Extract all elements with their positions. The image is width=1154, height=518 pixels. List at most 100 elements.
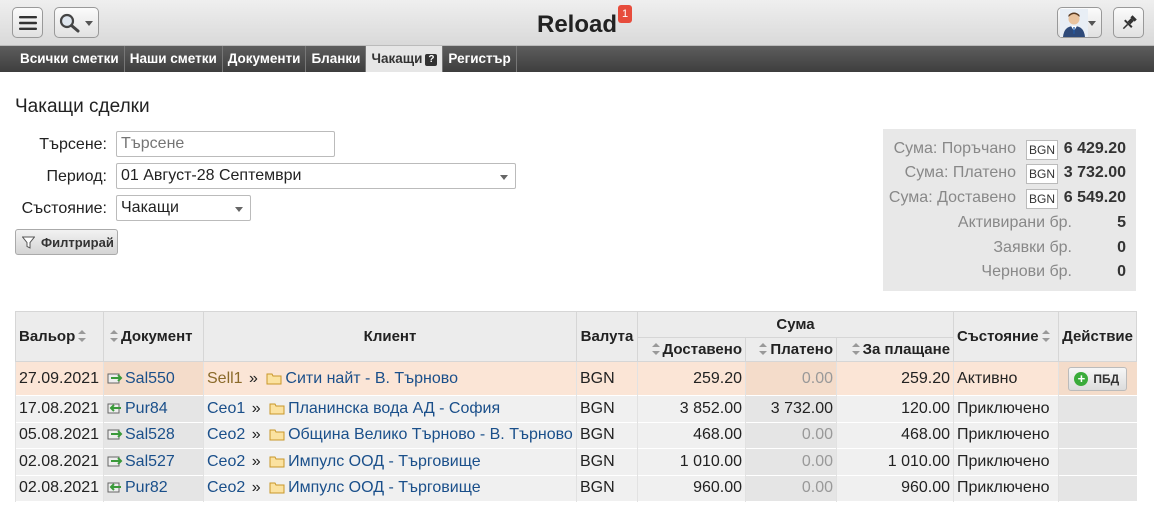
search-input[interactable] <box>116 131 335 157</box>
cell-paid: 3 732.00 <box>745 395 837 422</box>
agent-link[interactable]: Ceo2 <box>207 453 245 470</box>
cell-delivered: 3 852.00 <box>637 395 746 422</box>
summary-panel: Сума: Поръчано BGN 6 429.20 Сума: Платен… <box>883 129 1136 291</box>
table-row[interactable]: 17.08.2021 Pur84 Ceo1 » Планинска вода А… <box>15 395 1137 422</box>
cell-state: Приключено <box>953 422 1059 449</box>
table-row[interactable]: 27.09.2021 Sal550 Sell1 » Сити найт - В.… <box>15 361 1137 396</box>
table-row[interactable]: 05.08.2021 Sal528 Ceo2 » Община Велико Т… <box>15 422 1137 449</box>
cell-action <box>1058 395 1137 422</box>
col-paid[interactable]: Платено <box>745 337 837 362</box>
col-state[interactable]: Състояние <box>953 311 1060 362</box>
separator: » <box>251 479 261 497</box>
folder-icon <box>269 429 285 441</box>
document-link[interactable]: Pur84 <box>125 400 168 417</box>
cell-delivered: 960.00 <box>637 475 746 502</box>
cell-to-pay: 1 010.00 <box>835 448 954 475</box>
cell-client: Ceo1 » Планинска вода АД - София <box>203 395 577 422</box>
col-amount: Сума <box>636 311 955 338</box>
cell-state: Активно <box>953 361 1059 396</box>
currency-badge: BGN <box>1026 164 1058 184</box>
sale-doc-icon <box>107 429 123 440</box>
separator: » <box>249 369 258 387</box>
tab-register[interactable]: Регистър <box>443 46 517 72</box>
cell-date: 02.08.2021 <box>15 448 104 475</box>
sale-doc-icon <box>107 456 123 467</box>
tab-pending[interactable]: Чакащи? <box>366 46 444 72</box>
page-title: Чакащи сделки <box>15 96 150 117</box>
sort-icon[interactable] <box>651 343 660 355</box>
agent-link[interactable]: Ceo2 <box>207 426 245 443</box>
filter-button-label: Филтрирай <box>41 234 114 250</box>
cell-currency: BGN <box>576 395 638 422</box>
state-select[interactable]: Чакащи <box>116 195 251 221</box>
tab-pending-label: Чакащи <box>371 51 423 66</box>
folder-icon <box>269 403 285 415</box>
cell-action <box>1058 475 1137 502</box>
sort-icon[interactable] <box>110 330 118 342</box>
cell-to-pay: 960.00 <box>835 475 954 502</box>
table-row[interactable]: 02.08.2021 Pur82 Ceo2 » Импулс ООД - Тър… <box>15 475 1137 502</box>
app-title-text: Reload <box>536 11 617 38</box>
purchase-doc-icon <box>107 403 121 414</box>
client-link[interactable]: Община Велико Търново - В. Търново <box>288 426 573 443</box>
sort-icon[interactable] <box>78 330 87 342</box>
cell-paid: 0.00 <box>745 448 837 475</box>
period-select[interactable]: 01 Август-28 Септември <box>116 163 516 189</box>
col-document[interactable]: Документ <box>103 311 204 362</box>
cell-action: + ПБД <box>1058 361 1137 396</box>
agent-link[interactable]: Sell1 <box>207 370 243 387</box>
document-link[interactable]: Sal527 <box>125 453 175 470</box>
state-label: Състояние: <box>21 200 107 217</box>
cell-action <box>1058 422 1137 449</box>
tab-forms[interactable]: Бланки <box>306 46 367 72</box>
cell-date: 27.09.2021 <box>15 361 104 396</box>
summary-label: Чернови бр. <box>981 263 1072 280</box>
cell-paid: 0.00 <box>745 422 837 449</box>
document-link[interactable]: Pur82 <box>125 479 168 496</box>
tab-all-accounts[interactable]: Всички сметки <box>15 46 125 72</box>
user-menu-button[interactable] <box>1057 7 1102 38</box>
sort-icon[interactable] <box>851 343 860 355</box>
summary-drafts: Чернови бр. 0 <box>883 261 1136 283</box>
help-icon[interactable]: ? <box>425 54 438 66</box>
agent-link[interactable]: Ceo1 <box>207 400 245 417</box>
cell-currency: BGN <box>576 361 638 396</box>
pin-button[interactable] <box>1113 7 1144 38</box>
cell-currency: BGN <box>576 475 638 502</box>
col-action: Действие <box>1058 311 1138 362</box>
client-link[interactable]: Сити найт - В. Търново <box>285 370 458 387</box>
cell-client: Ceo2 » Импулс ООД - Търговище <box>203 475 577 502</box>
cell-action <box>1058 448 1137 475</box>
deals-table: Вальор Документ Клиент Валута Сума Състо… <box>15 311 1138 502</box>
agent-link[interactable]: Ceo2 <box>207 479 245 496</box>
notification-badge[interactable]: 1 <box>618 5 632 23</box>
sort-icon[interactable] <box>759 343 768 355</box>
col-currency: Валута <box>576 311 638 362</box>
col-delivered[interactable]: Доставено <box>637 337 746 362</box>
filter-button[interactable]: Филтрирай <box>15 229 118 255</box>
pbd-button[interactable]: + ПБД <box>1068 366 1128 391</box>
summary-label: Активирани бр. <box>957 214 1072 231</box>
cell-paid: 0.00 <box>745 361 837 396</box>
cell-state: Приключено <box>953 475 1059 502</box>
document-link[interactable]: Sal550 <box>125 370 175 387</box>
client-link[interactable]: Импулс ООД - Търговище <box>288 453 481 470</box>
summary-label: Заявки бр. <box>993 239 1072 256</box>
table-row[interactable]: 02.08.2021 Sal527 Ceo2 » Импулс ООД - Тъ… <box>15 448 1137 475</box>
app-title: Reload <box>0 11 1154 39</box>
cell-client: Sell1 » Сити найт - В. Търново <box>203 361 577 396</box>
sort-icon[interactable] <box>1041 330 1050 342</box>
pin-icon <box>1122 14 1137 29</box>
tab-documents[interactable]: Документи <box>223 46 307 72</box>
col-date[interactable]: Вальор <box>15 311 104 362</box>
cell-delivered: 259.20 <box>637 361 746 396</box>
sale-doc-icon <box>107 373 123 383</box>
client-link[interactable]: Импулс ООД - Търговище <box>288 479 481 496</box>
col-to-pay[interactable]: За плащане <box>835 337 955 362</box>
pbd-button-label: ПБД <box>1093 371 1120 386</box>
folder-icon <box>269 456 285 468</box>
cell-client: Ceo2 » Община Велико Търново - В. Търнов… <box>203 422 577 449</box>
client-link[interactable]: Планинска вода АД - София <box>288 400 500 417</box>
tab-our-accounts[interactable]: Наши сметки <box>125 46 223 72</box>
document-link[interactable]: Sal528 <box>125 426 175 443</box>
